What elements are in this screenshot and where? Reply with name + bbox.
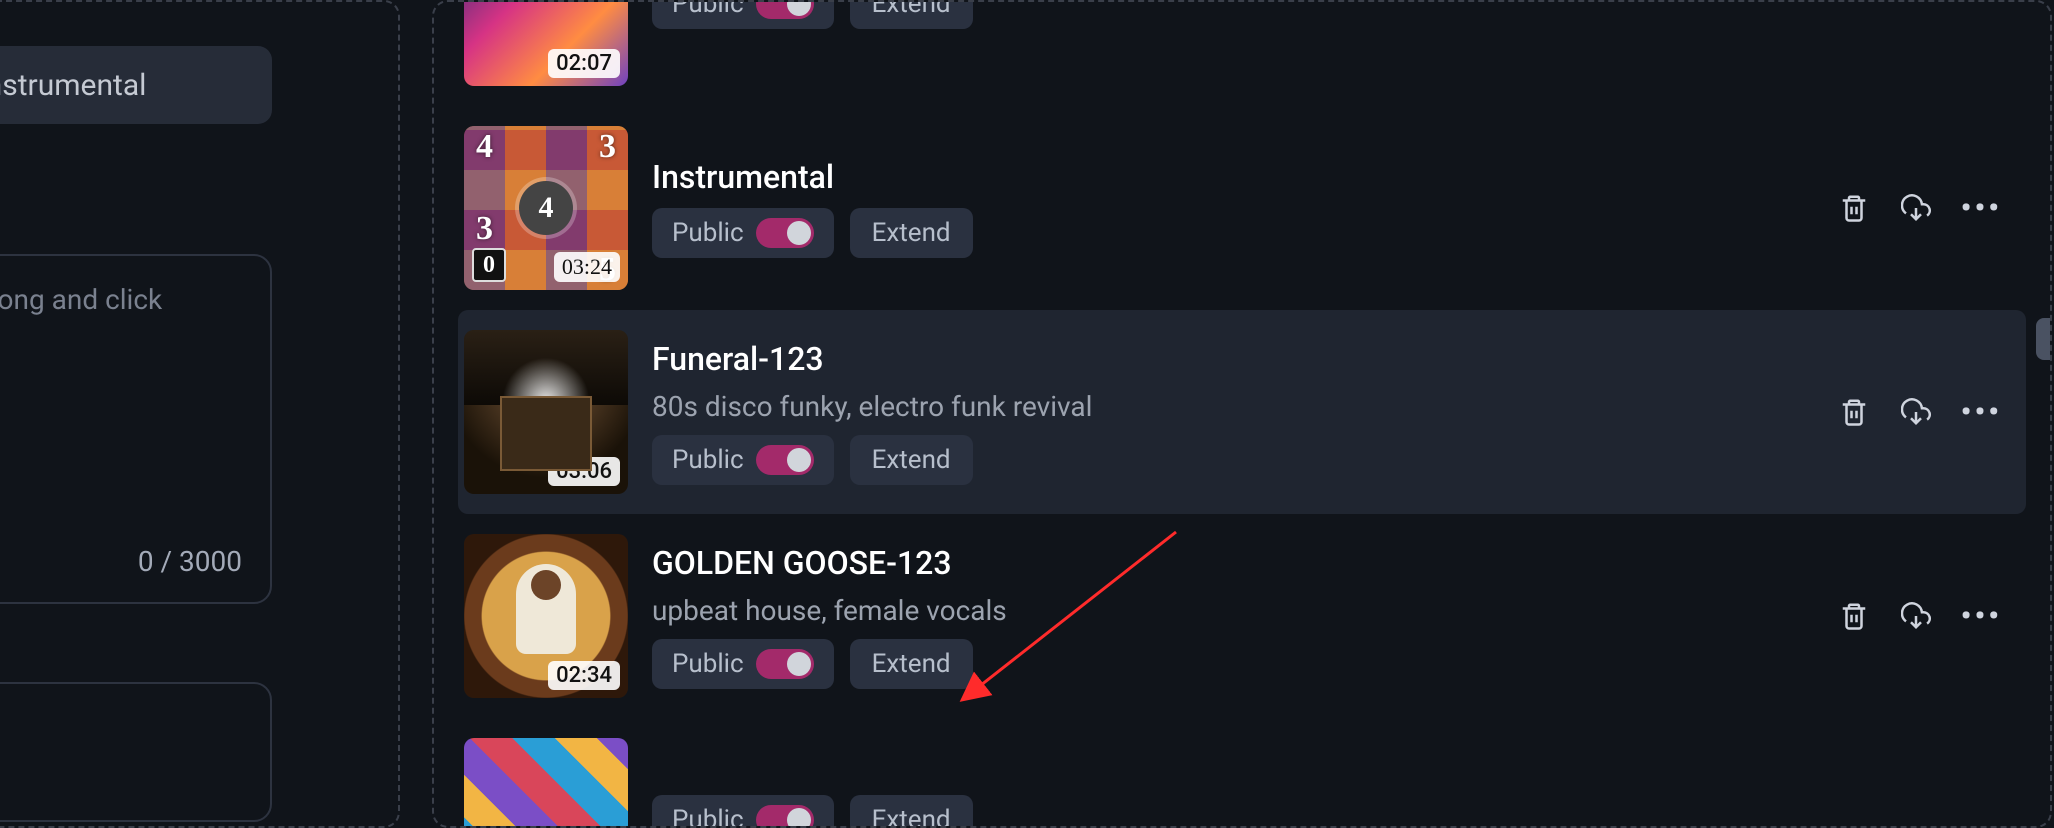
download-icon[interactable]	[1899, 599, 1933, 633]
public-switch[interactable]	[756, 0, 814, 19]
public-switch[interactable]	[756, 445, 814, 475]
download-icon[interactable]	[1899, 191, 1933, 225]
more-icon[interactable]: •••	[1961, 201, 2002, 216]
track-controls-row: Public Extend	[652, 795, 2010, 828]
public-toggle-chip[interactable]: Public	[652, 435, 834, 485]
public-toggle-chip[interactable]: Public	[652, 0, 834, 29]
track-info: GOLDEN GOOSE-123 upbeat house, female voc…	[652, 544, 1813, 689]
public-label: Public	[672, 805, 744, 828]
track-info: Public Extend	[652, 795, 2010, 828]
song-description-input[interactable]: scribe a song and click 0 / 3000	[0, 254, 272, 604]
track-list: 02:07PublicExtend43354003:24Instrumental…	[434, 0, 2050, 828]
public-toggle-chip[interactable]: Public	[652, 208, 834, 258]
trash-icon[interactable]	[1837, 599, 1871, 633]
extend-button[interactable]: Extend	[850, 0, 973, 29]
public-toggle-chip[interactable]: Public	[652, 795, 834, 828]
instrumental-label: Instrumental	[0, 68, 146, 103]
more-icon[interactable]: •••	[1961, 609, 2002, 624]
track-duration: 02:07	[548, 49, 620, 78]
track-row[interactable]: 02:07 Public Extend	[458, 0, 2026, 106]
public-label: Public	[672, 649, 744, 679]
track-controls-row: Public Extend	[652, 639, 1813, 689]
extra-options-box[interactable]	[0, 682, 272, 822]
track-title: Funeral-123	[652, 340, 1813, 378]
trash-icon[interactable]	[1837, 395, 1871, 429]
download-icon[interactable]	[1899, 395, 1933, 429]
track-info: Funeral-123 80s disco funky, electro funk…	[652, 340, 1813, 485]
left-panel: Instrumental scribe a song and click 0 /…	[0, 0, 400, 828]
track-thumbnail[interactable]: 02:34	[464, 534, 628, 698]
public-switch[interactable]	[756, 805, 814, 828]
track-actions: •••	[1837, 395, 2010, 429]
track-thumbnail[interactable]: 43354003:24	[464, 126, 628, 290]
track-actions: •••	[1837, 599, 2010, 633]
track-title: GOLDEN GOOSE-123	[652, 544, 1813, 582]
public-switch[interactable]	[756, 218, 814, 248]
public-label: Public	[672, 218, 744, 248]
track-row[interactable]: 02:34 GOLDEN GOOSE-123 upbeat house, femal…	[458, 514, 2026, 718]
extend-button[interactable]: Extend	[850, 435, 973, 485]
more-icon[interactable]: •••	[1961, 405, 2002, 420]
track-row[interactable]: Public Extend	[458, 718, 2026, 828]
track-row[interactable]: 03:06 Funeral-123 80s disco funky, electro…	[458, 310, 2026, 514]
extend-button[interactable]: Extend	[850, 795, 973, 828]
instrumental-mode-button[interactable]: Instrumental	[0, 46, 272, 124]
track-controls-row: Public Extend	[652, 208, 1813, 258]
public-label: Public	[672, 0, 744, 19]
track-thumbnail[interactable]	[464, 738, 628, 828]
track-title: Instrumental	[652, 158, 1813, 196]
track-thumbnail[interactable]: 03:06	[464, 330, 628, 494]
public-toggle-chip[interactable]: Public	[652, 639, 834, 689]
track-actions: •••	[1837, 191, 2010, 225]
track-info: Instrumental Public Extend	[652, 158, 1813, 258]
track-info: Public Extend	[652, 0, 2010, 29]
public-label: Public	[672, 445, 744, 475]
track-subtitle: upbeat house, female vocals	[652, 594, 1813, 627]
extend-button[interactable]: Extend	[850, 639, 973, 689]
track-duration: 03:24	[554, 252, 620, 282]
track-duration: 03:06	[548, 457, 620, 486]
track-thumbnail[interactable]: 02:07	[464, 0, 628, 86]
extend-button[interactable]: Extend	[850, 208, 973, 258]
description-placeholder: scribe a song and click	[0, 280, 246, 319]
track-subtitle: 80s disco funky, electro funk revival	[652, 390, 1813, 423]
track-row[interactable]: 43354003:24 Instrumental Public Extend •••	[458, 106, 2026, 310]
character-counter: 0 / 3000	[138, 545, 242, 578]
play-icon[interactable]	[519, 385, 573, 439]
track-duration: 02:34	[548, 661, 620, 690]
public-switch[interactable]	[756, 649, 814, 679]
track-list-panel: 02:07PublicExtend43354003:24Instrumental…	[432, 0, 2052, 828]
track-controls-row: Public Extend	[652, 435, 1813, 485]
trash-icon[interactable]	[1837, 191, 1871, 225]
track-controls-row: Public Extend	[652, 0, 2010, 29]
